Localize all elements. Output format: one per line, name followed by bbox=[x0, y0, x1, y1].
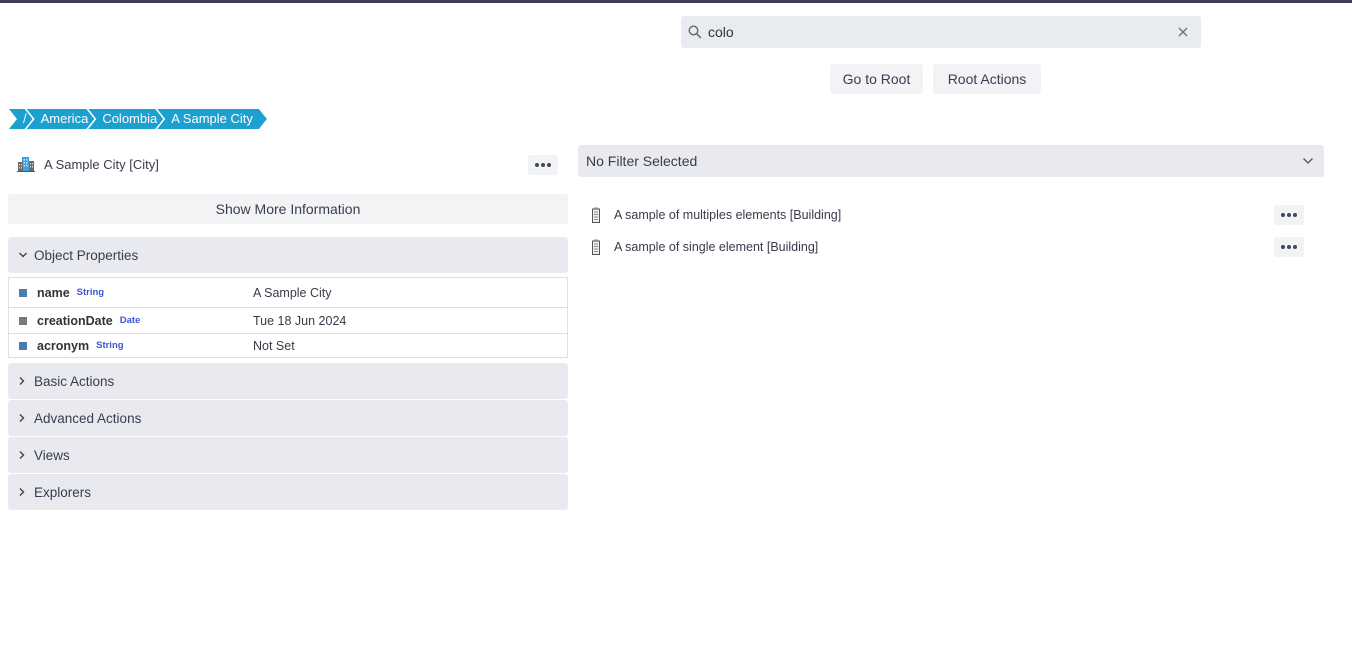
property-row: name String A Sample City bbox=[9, 277, 567, 307]
property-row: creationDate Date Tue 18 Jun 2024 bbox=[9, 307, 567, 333]
breadcrumb-item-a-sample-city[interactable]: A Sample City bbox=[157, 109, 267, 129]
property-name: acronym bbox=[37, 338, 90, 353]
basic-actions-label: Basic Actions bbox=[34, 373, 115, 389]
building-icon bbox=[592, 239, 600, 255]
child-more-button[interactable] bbox=[1274, 237, 1304, 257]
breadcrumb: / America Colombia A Sample City bbox=[9, 109, 261, 129]
chevron-down-icon bbox=[18, 251, 28, 259]
advanced-actions-accordion[interactable]: Advanced Actions bbox=[8, 400, 568, 436]
city-building-icon bbox=[17, 156, 35, 172]
object-more-button[interactable] bbox=[528, 155, 558, 175]
search-input[interactable] bbox=[708, 16, 1173, 48]
more-horizontal-icon bbox=[535, 163, 551, 167]
go-to-root-button[interactable]: Go to Root bbox=[830, 64, 923, 94]
clear-search-button[interactable] bbox=[1173, 22, 1193, 42]
close-icon bbox=[1178, 27, 1188, 37]
child-link[interactable]: A sample of multiples elements [Building… bbox=[614, 208, 841, 222]
object-header: A Sample City [City] bbox=[8, 148, 568, 180]
property-type-icon bbox=[19, 316, 27, 325]
chevron-right-icon bbox=[18, 450, 28, 460]
breadcrumb-item-colombia[interactable]: Colombia bbox=[88, 109, 163, 129]
chevron-down-icon bbox=[1302, 157, 1314, 165]
child-more-button[interactable] bbox=[1274, 205, 1304, 225]
object-properties-accordion[interactable]: Object Properties bbox=[8, 237, 568, 273]
chevron-right-icon bbox=[18, 487, 28, 497]
building-icon bbox=[592, 207, 600, 223]
properties-table: name String A Sample City creationDate D… bbox=[8, 277, 568, 358]
property-value[interactable]: Not Set bbox=[253, 339, 295, 353]
explorers-accordion[interactable]: Explorers bbox=[8, 474, 568, 510]
property-name: creationDate bbox=[37, 313, 113, 328]
chevron-right-icon bbox=[18, 376, 28, 386]
child-link[interactable]: A sample of single element [Building] bbox=[614, 240, 818, 254]
property-type-icon bbox=[19, 341, 27, 350]
children-panel: No Filter Selected A sample of multiples… bbox=[578, 145, 1324, 263]
views-label: Views bbox=[34, 447, 70, 463]
list-item: A sample of single element [Building] bbox=[578, 231, 1324, 263]
more-horizontal-icon bbox=[1281, 245, 1297, 249]
views-accordion[interactable]: Views bbox=[8, 437, 568, 473]
property-value[interactable]: A Sample City bbox=[253, 286, 332, 300]
property-name: name bbox=[37, 285, 70, 300]
search-box[interactable] bbox=[681, 16, 1201, 48]
property-type-badge: String bbox=[96, 340, 124, 351]
search-icon bbox=[687, 24, 703, 40]
basic-actions-accordion[interactable]: Basic Actions bbox=[8, 363, 568, 399]
more-horizontal-icon bbox=[1281, 213, 1297, 217]
object-properties-label: Object Properties bbox=[34, 247, 139, 263]
show-more-information-button[interactable]: Show More Information bbox=[8, 194, 568, 224]
property-row: acronym String Not Set bbox=[9, 333, 567, 357]
chevron-right-icon bbox=[18, 413, 28, 423]
breadcrumb-item-america[interactable]: America bbox=[27, 109, 95, 129]
property-type-badge: String bbox=[76, 287, 105, 298]
property-type-icon bbox=[19, 288, 27, 297]
object-title: A Sample City [City] bbox=[44, 156, 159, 172]
property-type-badge: Date bbox=[119, 315, 141, 326]
property-value[interactable]: Tue 18 Jun 2024 bbox=[253, 314, 346, 328]
top-bar bbox=[0, 0, 1352, 3]
explorers-label: Explorers bbox=[34, 484, 92, 500]
filter-label: No Filter Selected bbox=[586, 153, 698, 169]
root-actions-button[interactable]: Root Actions bbox=[933, 64, 1041, 94]
object-panel: A Sample City [City] Show More Informati… bbox=[8, 148, 568, 510]
children-list: A sample of multiples elements [Building… bbox=[578, 199, 1324, 263]
list-item: A sample of multiples elements [Building… bbox=[578, 199, 1324, 231]
filter-dropdown[interactable]: No Filter Selected bbox=[578, 145, 1324, 177]
advanced-actions-label: Advanced Actions bbox=[34, 410, 142, 426]
